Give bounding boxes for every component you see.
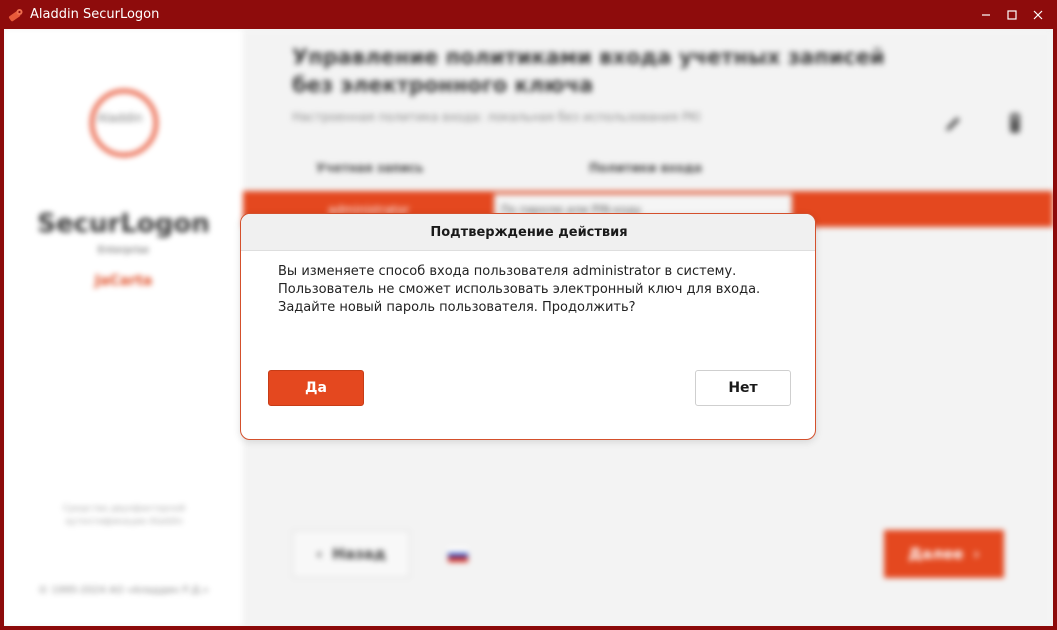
russian-flag-icon[interactable] [448, 548, 468, 563]
window-controls [973, 0, 1051, 29]
brand-vendor: JaCarta [94, 273, 153, 289]
minimize-icon[interactable] [973, 0, 999, 29]
token-icon[interactable] [1005, 111, 1025, 135]
next-button[interactable]: Далее › [884, 530, 1004, 578]
no-button[interactable]: Нет [695, 370, 791, 406]
window-titlebar: Aladdin SecurLogon [0, 0, 1057, 29]
page-subtitle: Настроенная политика входа: локальная бе… [292, 110, 701, 124]
sidebar-note: Средства двухфакторной аутентификации Al… [62, 504, 186, 527]
brand-name: SecurLogon [37, 209, 210, 239]
chevron-left-icon: ‹ [316, 545, 323, 563]
back-button[interactable]: ‹ Назад [292, 530, 410, 578]
copyright: © 1995-2024 АО «Аладдин Р.Д.» [38, 585, 209, 596]
dialog-message: Вы изменяете способ входа пользователя a… [278, 264, 761, 315]
page-title: Управление политиками входа учетных запи… [292, 45, 885, 97]
brand-edition: Enterprise [97, 245, 150, 256]
window-body: Aladdin SecurLogon Enterprise JaCarta Ср… [4, 29, 1053, 626]
logo-text: Aladdin [97, 111, 143, 125]
column-header-policy: Политики входа [589, 161, 702, 175]
key-icon [8, 7, 24, 23]
dialog-title: Подтверждение действия [241, 214, 815, 251]
sidebar: Aladdin SecurLogon Enterprise JaCarta Ср… [4, 29, 243, 626]
chevron-right-icon: › [973, 545, 980, 563]
back-button-label: Назад [332, 545, 386, 563]
maximize-icon[interactable] [999, 0, 1025, 29]
close-icon[interactable] [1025, 0, 1051, 29]
window-title: Aladdin SecurLogon [30, 7, 160, 22]
yes-button[interactable]: Да [268, 370, 364, 406]
next-button-label: Далее [908, 545, 964, 563]
confirmation-dialog: Подтверждение действия Вы изменяете спос… [240, 213, 816, 440]
column-header-account: Учетная запись [316, 161, 424, 175]
pencil-icon[interactable] [942, 113, 964, 135]
